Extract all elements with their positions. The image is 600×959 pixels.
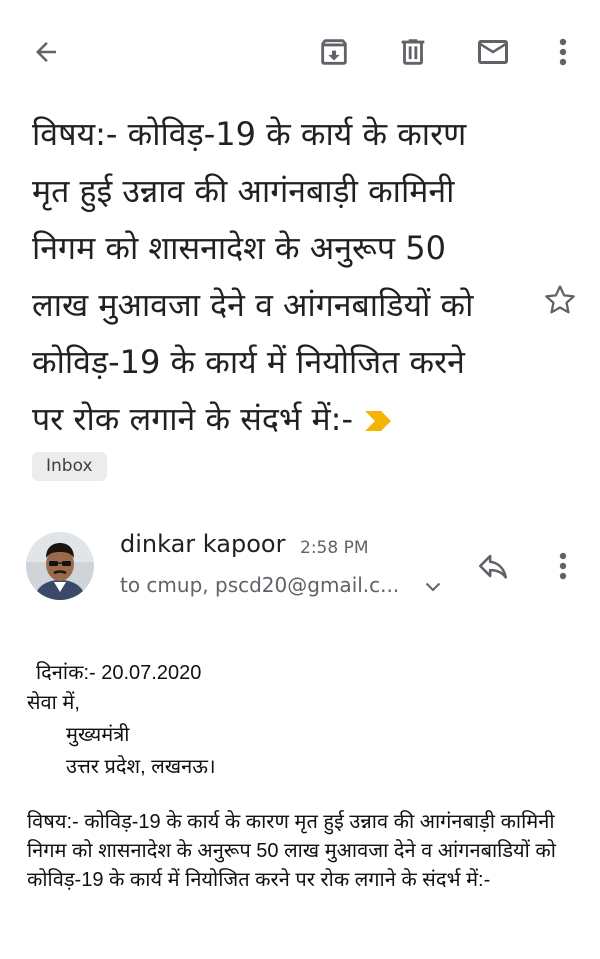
- letter-date: दिनांक:- 20.07.2020: [36, 662, 202, 684]
- mark-unread-icon[interactable]: [469, 30, 517, 74]
- back-arrow-icon[interactable]: [22, 30, 70, 74]
- star-icon[interactable]: [538, 278, 582, 322]
- avatar[interactable]: [26, 532, 94, 600]
- recipients-summary[interactable]: to cmup, pscd20@gmail.c...: [120, 573, 399, 597]
- letter-addressee-place: उत्तर प्रदेश, लखनऊ।: [66, 756, 216, 778]
- message-time: 2:58 PM: [300, 538, 369, 558]
- more-vert-icon[interactable]: [545, 30, 581, 74]
- importance-marker-icon[interactable]: [363, 393, 393, 450]
- subject-text: विषय:- कोविड़-19 के कार्य के कारण मृत हु…: [32, 115, 474, 438]
- chevron-down-icon[interactable]: [418, 574, 448, 600]
- archive-icon[interactable]: [310, 30, 358, 74]
- letter-addressee-title: मुख्यमंत्री: [66, 724, 130, 746]
- sender-name: dinkar kapoor: [120, 530, 286, 558]
- delete-icon[interactable]: [389, 30, 437, 74]
- message-more-icon[interactable]: [545, 546, 581, 586]
- letter-subject-paragraph: विषय:- कोविड़-19 के कार्य के कारण मृत हु…: [27, 811, 556, 891]
- letter-salutation: सेवा में,: [27, 692, 80, 714]
- email-subject: विषय:- कोविड़-19 के कार्य के कारण मृत हु…: [32, 106, 502, 450]
- inbox-label-chip[interactable]: Inbox: [32, 452, 107, 481]
- reply-icon[interactable]: [470, 546, 516, 586]
